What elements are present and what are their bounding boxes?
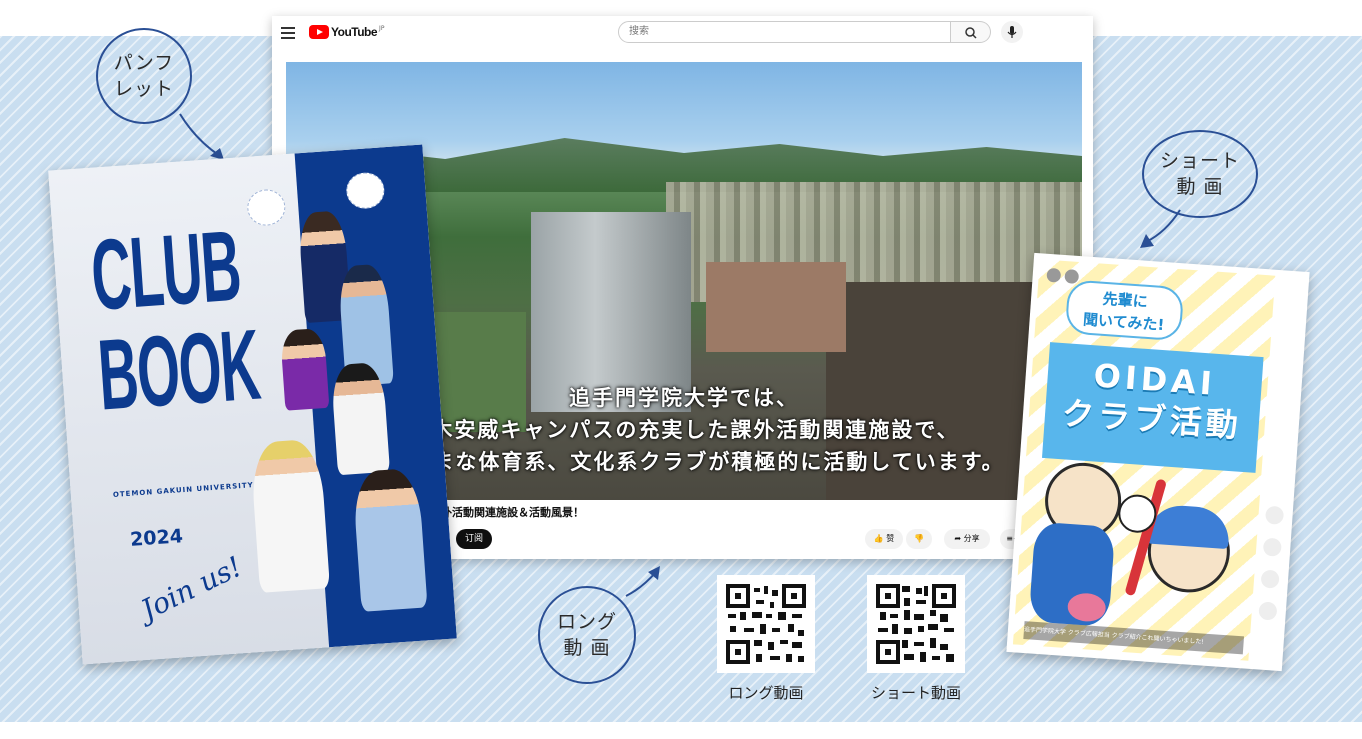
pompom-left	[246, 188, 287, 227]
long-bubble-line2: 動 画	[563, 637, 611, 659]
short-dislike-button[interactable]	[1262, 537, 1282, 557]
share-icon: ➦	[954, 534, 962, 543]
qr-code-icon	[726, 584, 806, 664]
menu-icon[interactable]	[281, 27, 295, 39]
pamphlet-title-line1: CLUB	[87, 209, 244, 332]
search-input[interactable]: 搜索	[618, 21, 951, 43]
search-button[interactable]	[951, 21, 991, 43]
short-caption: 追手門学院大学 クラブ広報担当 クラブ紹介これ聞いちゃいました!	[1023, 621, 1245, 655]
short-comment-button[interactable]	[1260, 569, 1280, 589]
short-bubble-line1: ショート	[1159, 150, 1240, 172]
youtube-logo[interactable]: YouTube JP	[309, 25, 384, 39]
thumbs-up-icon: 👍	[873, 534, 884, 543]
play-icon[interactable]	[1046, 267, 1062, 283]
qr-code-icon	[876, 584, 956, 664]
youtube-logo-text: YouTube	[331, 25, 378, 39]
arrow-up-right-icon	[625, 566, 660, 597]
video-building	[706, 262, 846, 352]
short-video-screen[interactable]: 先輩に 聞いてみた! OIDAI クラブ活動 追手門学院大学 クラブ広報担当 ク…	[1012, 259, 1276, 661]
short-bubble-line2: 動 画	[1176, 176, 1224, 198]
video-title: 課外活動関連施設＆活動風景！	[430, 506, 584, 519]
short-like-button[interactable]	[1264, 505, 1285, 525]
pamphlet-bubble-line1: パンフ	[113, 52, 175, 74]
club-book-pamphlet: CLUB BOOK OTEMON GAKUIN UNIVERSITY 2024 …	[48, 144, 457, 665]
like-button[interactable]: 👍 赞	[865, 529, 903, 549]
share-button[interactable]: ➦ 分享	[944, 529, 990, 549]
microphone-icon	[1007, 26, 1017, 38]
long-video-qr-code[interactable]	[717, 575, 815, 673]
pamphlet-title-line2: BOOK	[94, 308, 263, 432]
pamphlet-title: CLUB BOOK	[87, 209, 263, 432]
thumbs-down-icon: 👎	[914, 534, 924, 543]
long-bubble-line1: ロング	[556, 611, 617, 633]
subscribe-button[interactable]: 订阅	[456, 529, 492, 549]
pamphlet-university: OTEMON GAKUIN UNIVERSITY	[112, 481, 254, 499]
microphone-button[interactable]	[1001, 21, 1023, 43]
pamphlet-tagline: Join us!	[135, 549, 248, 627]
short-speech-cloud: 先輩に 聞いてみた!	[1064, 279, 1185, 342]
long-video-qr-label: ロング動画	[728, 684, 804, 702]
youtube-logo-suffix: JP	[379, 24, 385, 32]
short-video-qr-label: ショート動画	[870, 684, 961, 702]
youtube-header: YouTube JP 搜索	[272, 16, 1093, 52]
search-icon	[965, 27, 977, 39]
short-video-bubble: ショート 動 画	[1142, 130, 1258, 218]
short-title: OIDAI クラブ活動	[1044, 352, 1263, 447]
pamphlet-bubble-line2: レット	[113, 78, 174, 100]
pamphlet-year: 2024	[129, 525, 184, 551]
short-share-button[interactable]	[1258, 601, 1278, 621]
share-label: 分享	[963, 534, 980, 543]
short-video-card: 先輩に 聞いてみた! OIDAI クラブ活動 追手門学院大学 クラブ広報担当 ク…	[1006, 252, 1310, 672]
arrow-down-left-icon	[1140, 209, 1181, 248]
mascot-right-helmet	[1146, 503, 1231, 550]
like-label: 赞	[886, 534, 895, 543]
short-side-actions	[1254, 505, 1287, 634]
short-video-qr-code[interactable]	[867, 575, 965, 673]
youtube-play-icon	[309, 25, 329, 39]
volume-icon[interactable]	[1064, 269, 1080, 285]
dislike-button[interactable]: 👎	[906, 529, 932, 549]
